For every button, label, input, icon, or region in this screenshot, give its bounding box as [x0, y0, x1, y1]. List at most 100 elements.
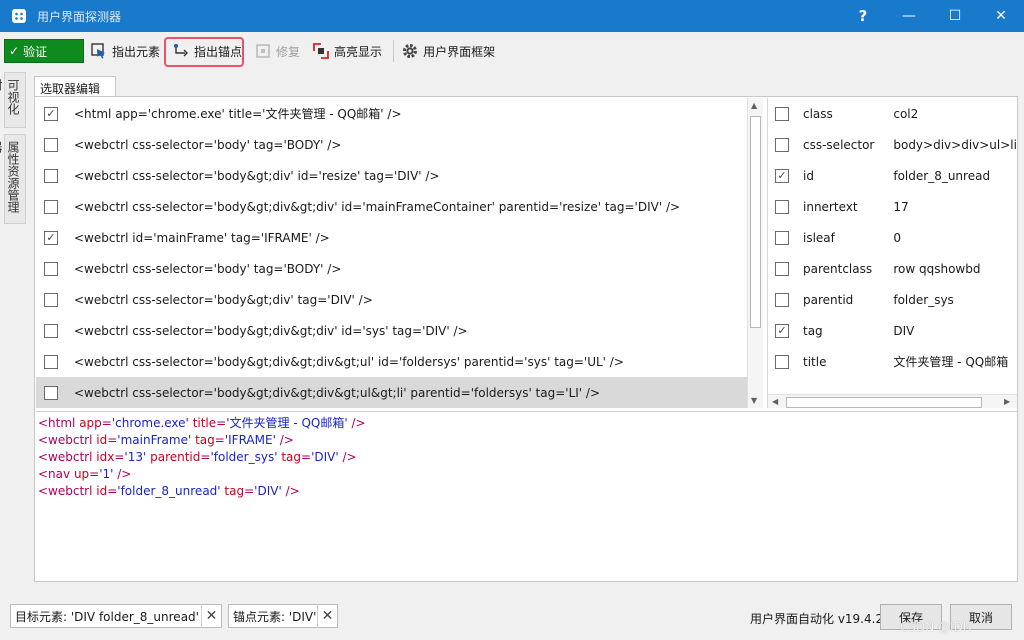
help-button[interactable]: ?: [840, 0, 886, 32]
attribute-row[interactable]: ✓ tag DIV: [768, 315, 1017, 346]
selector-checkbox[interactable]: [44, 385, 58, 400]
scrollbar-thumb[interactable]: [750, 116, 761, 328]
selector-text: <webctrl css-selector='body&gt;div&gt;di…: [74, 385, 601, 400]
attribute-value[interactable]: DIV: [893, 324, 1017, 338]
selector-checkbox[interactable]: [44, 137, 58, 152]
attribute-row[interactable]: class col2: [768, 98, 1017, 129]
version-text: 用户界面自动化 v19.4.2: [750, 612, 884, 626]
scroll-left-icon[interactable]: ◀: [772, 397, 778, 406]
selector-row[interactable]: <webctrl css-selector='body&gt;div&gt;di…: [36, 346, 747, 377]
selector-checkbox[interactable]: [44, 292, 58, 307]
tab-property-explorer[interactable]: 属性资源管理器: [0, 134, 26, 224]
close-icon[interactable]: ✕: [317, 604, 337, 628]
attribute-checkbox[interactable]: [775, 230, 789, 245]
attribute-value[interactable]: folder_sys: [893, 293, 1017, 307]
attribute-value[interactable]: col2: [893, 107, 1017, 121]
anchor-highlight-annotation: [164, 37, 244, 67]
selector-row[interactable]: <webctrl css-selector='body&gt;div&gt;di…: [36, 315, 747, 346]
xml-token: =: [107, 484, 118, 498]
validate-label: 验证: [23, 44, 48, 59]
attribute-value[interactable]: row qqshowbd: [893, 262, 1017, 276]
attribute-row[interactable]: innertext 17: [768, 191, 1017, 222]
target-element-text: 目标元素: 'DIV folder_8_unread': [15, 609, 199, 624]
attribute-name: tag: [803, 323, 823, 338]
selector-checkbox[interactable]: ✓: [44, 230, 58, 245]
xml-token: title: [192, 416, 217, 430]
indicate-element-button[interactable]: 指出元素: [86, 38, 164, 64]
close-button[interactable]: ✕: [978, 0, 1024, 32]
selector-checkbox[interactable]: [44, 261, 58, 276]
selector-row[interactable]: <webctrl css-selector='body&gt;div' tag=…: [36, 284, 747, 315]
selector-row[interactable]: <webctrl css-selector='body' tag='BODY' …: [36, 129, 747, 160]
attribute-checkbox[interactable]: ✓: [775, 168, 789, 183]
repair-icon: [256, 44, 270, 58]
attribute-hscrollbar[interactable]: ◀ ▶: [768, 394, 1017, 408]
attribute-checkbox[interactable]: ✓: [775, 323, 789, 338]
xml-token: parentid: [150, 450, 201, 464]
attribute-row[interactable]: css-selector body>div>div>ul>li>: [768, 129, 1017, 160]
xml-token: =: [216, 416, 227, 430]
tab-selector-editor[interactable]: 选取器编辑器: [34, 76, 116, 113]
selector-row[interactable]: <webctrl css-selector='body&gt;div' id='…: [36, 160, 747, 191]
attribute-checkbox[interactable]: [775, 261, 789, 276]
selector-row[interactable]: <webctrl css-selector='body' tag='BODY' …: [36, 253, 747, 284]
attribute-checkbox[interactable]: [775, 199, 789, 214]
attribute-value[interactable]: folder_8_unread: [893, 169, 1017, 183]
attribute-checkbox[interactable]: [775, 354, 789, 369]
scroll-right-icon[interactable]: ▶: [1004, 397, 1010, 406]
xml-token: 'DIV': [254, 484, 282, 498]
xml-token: up: [73, 467, 90, 481]
xml-token: 'folder_8_unread': [117, 484, 221, 498]
anchor-element-text: 锚点元素: 'DIV': [233, 609, 317, 624]
attribute-list: class col2 css-selector body>div>div>ul>li>…: [768, 98, 1017, 377]
highlight-label: 高亮显示: [334, 44, 383, 59]
attribute-value[interactable]: body>div>div>ul>li>: [893, 138, 1017, 152]
attribute-row[interactable]: parentid folder_sys: [768, 284, 1017, 315]
selector-list-scrollbar[interactable]: ▲ ▼: [747, 98, 763, 408]
ui-framework-button[interactable]: 用户界面框架: [397, 38, 499, 64]
attribute-value[interactable]: 文件夹管理 - QQ邮箱: [893, 353, 1017, 370]
selector-checkbox[interactable]: [44, 199, 58, 214]
attribute-row[interactable]: title 文件夹管理 - QQ邮箱: [768, 346, 1017, 377]
attribute-checkbox[interactable]: [775, 292, 789, 307]
scroll-down-icon[interactable]: ▼: [751, 396, 757, 405]
xml-token: />: [113, 467, 132, 481]
selector-row[interactable]: ✓ <html app='chrome.exe' title='文件夹管理 - Q…: [36, 98, 747, 129]
selector-row[interactable]: <webctrl css-selector='body&gt;div&gt;di…: [36, 377, 747, 408]
xml-token: id: [96, 484, 108, 498]
repair-button[interactable]: 修复: [250, 38, 304, 64]
selector-checkbox[interactable]: [44, 168, 58, 183]
xml-token: =: [244, 484, 255, 498]
check-icon: ✓: [9, 44, 20, 58]
selector-row[interactable]: <webctrl css-selector='body&gt;div&gt;di…: [36, 191, 747, 222]
attribute-value[interactable]: 0: [893, 231, 1017, 245]
selector-xml-editor[interactable]: <html app='chrome.exe' title='文件夹管理 - QQ…: [36, 411, 1017, 581]
attribute-row[interactable]: ✓ id folder_8_unread: [768, 160, 1017, 191]
minimize-button[interactable]: —: [886, 0, 932, 32]
xml-token: <webctrl: [38, 450, 97, 464]
selector-text: <webctrl css-selector='body&gt;div&gt;di…: [74, 199, 681, 214]
scroll-up-icon[interactable]: ▲: [751, 101, 757, 110]
selector-row[interactable]: ✓ <webctrl id='mainFrame' tag='IFRAME' />: [36, 222, 747, 253]
attribute-name: isleaf: [803, 230, 835, 245]
attribute-row[interactable]: parentclass row qqshowbd: [768, 253, 1017, 284]
validate-button[interactable]: ✓ 验证: [4, 39, 84, 63]
attribute-name: title: [803, 354, 827, 369]
attribute-value[interactable]: 17: [893, 200, 1017, 214]
maximize-button[interactable]: ☐: [932, 0, 978, 32]
attribute-row[interactable]: isleaf 0: [768, 222, 1017, 253]
selector-checkbox[interactable]: [44, 354, 58, 369]
attribute-name: parentclass: [803, 261, 873, 276]
selector-checkbox[interactable]: [44, 323, 58, 338]
tab-visual-tree[interactable]: 可视化树: [0, 72, 26, 128]
xml-token: '文件夹管理 - QQ邮箱': [226, 416, 348, 430]
selector-checkbox[interactable]: ✓: [44, 106, 58, 121]
hscrollbar-thumb[interactable]: [786, 397, 982, 408]
selector-text: <webctrl css-selector='body&gt;div' tag=…: [74, 292, 373, 307]
xml-token: id: [96, 433, 108, 447]
close-icon[interactable]: ✕: [201, 604, 221, 628]
attribute-checkbox[interactable]: [775, 106, 789, 121]
attribute-checkbox[interactable]: [775, 137, 789, 152]
xml-token: 'mainFrame': [117, 433, 192, 447]
highlight-button[interactable]: 高亮显示: [308, 38, 386, 64]
